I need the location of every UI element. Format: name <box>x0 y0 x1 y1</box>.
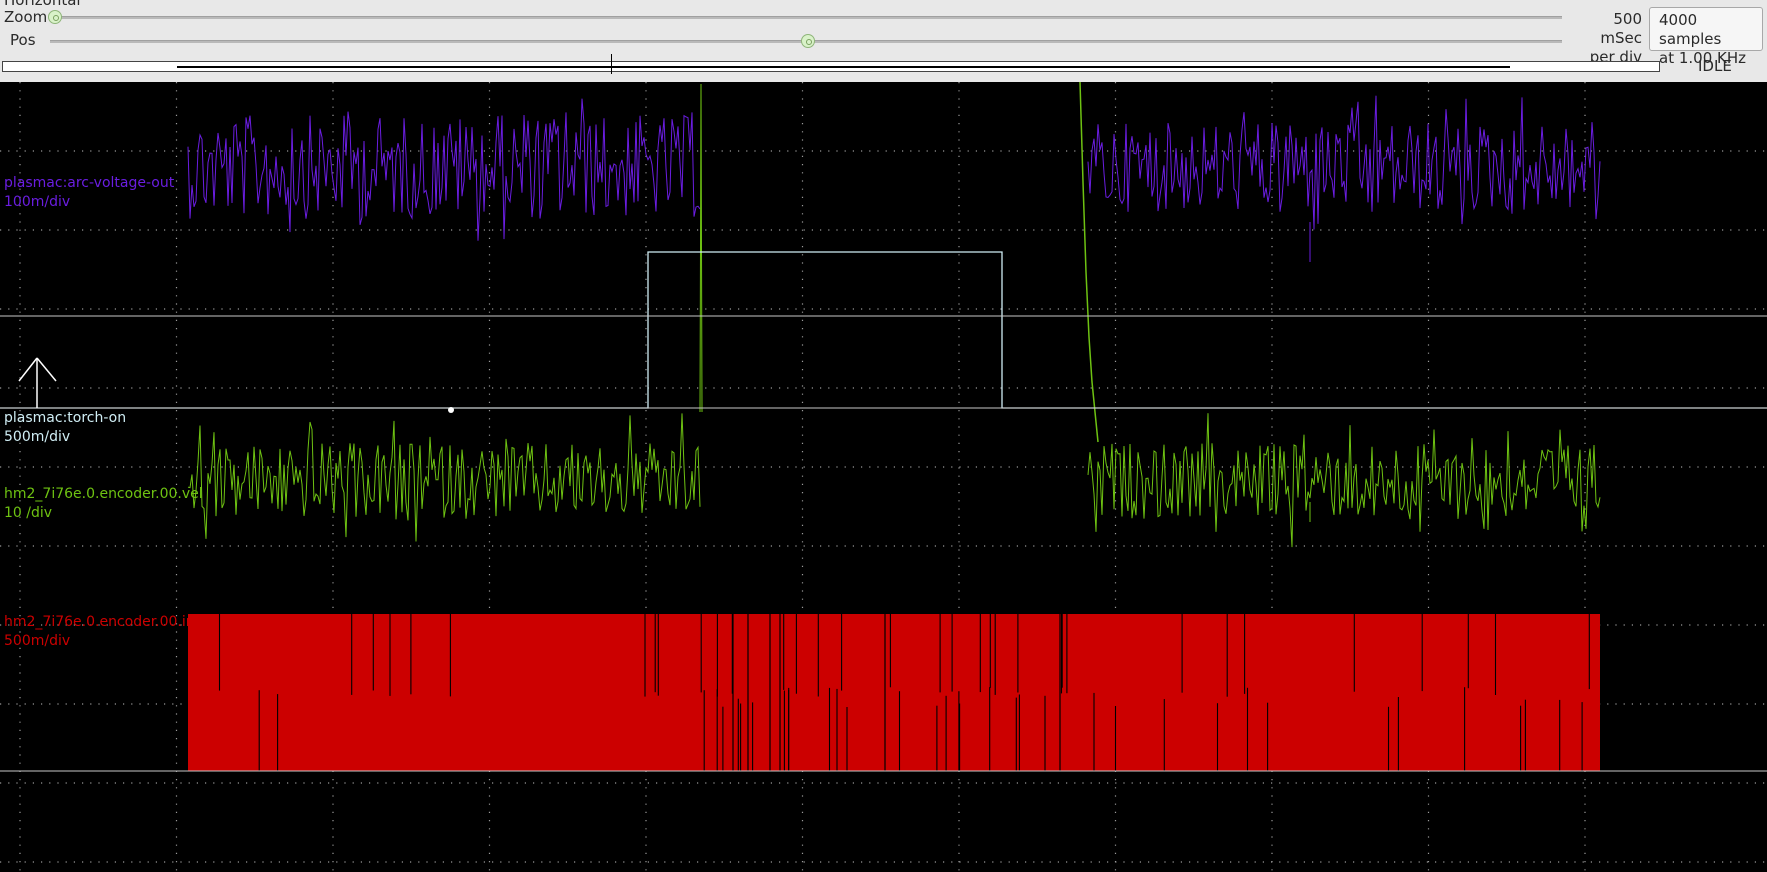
channel-label-arc-voltage[interactable]: plasmac:arc-voltage-out 100m/div <box>4 174 174 212</box>
zoom-label: Zoom <box>4 8 48 26</box>
scope-display[interactable] <box>0 82 1767 872</box>
trigger-point-marker[interactable] <box>448 407 454 413</box>
pos-slider-knob[interactable] <box>801 34 815 48</box>
channel-label-torch-on[interactable]: plasmac:torch-on 500m/div <box>4 409 126 447</box>
channel-name: plasmac:arc-voltage-out <box>4 175 175 191</box>
torch-on-trace <box>0 251 1767 409</box>
zoom-slider[interactable] <box>50 16 1562 19</box>
channel-scale: 500m/div <box>4 429 71 445</box>
encoder-vel-trace-segment <box>1087 413 1601 548</box>
channel-label-encoder-index[interactable]: hm2_7i76e.0.encoder.00.in 500m/div <box>4 613 195 651</box>
time-per-div-readout: 500 mSec per div <box>1572 10 1642 67</box>
channel-label-encoder-vel[interactable]: hm2_7i76e.0.encoder.00.vel 10 /div <box>4 485 203 523</box>
encoder-vel-transition <box>699 83 703 413</box>
time-per-div: 500 mSec <box>1600 10 1642 47</box>
trigger-level-arrow-icon[interactable] <box>18 357 57 408</box>
channel-name: hm2_7i76e.0.encoder.00.in <box>4 614 195 630</box>
trigger-marker[interactable] <box>611 54 612 74</box>
encoder-vel-trace-segment <box>187 413 701 542</box>
channel-name: plasmac:torch-on <box>4 410 127 426</box>
channel-scale: 100m/div <box>4 194 71 210</box>
arc-voltage-trace-segment <box>1087 95 1601 230</box>
record-window-line <box>177 66 1510 68</box>
record-position-bar[interactable] <box>2 54 1660 74</box>
traces <box>0 82 1767 771</box>
acquire-settings-button[interactable]: 4000 samples at 1.00 KHz <box>1649 7 1763 67</box>
pos-label: Pos <box>10 31 36 49</box>
channel-name: hm2_7i76e.0.encoder.00.vel <box>4 486 203 502</box>
samples-count: 4000 samples <box>1659 11 1722 48</box>
arc-voltage-trace-segment <box>187 98 701 241</box>
horizontal-controls-panel: Horizontal Zoom Pos 500 mSec per div 400… <box>0 0 1767 82</box>
channel-scale: 10 /div <box>4 505 53 521</box>
channel-scale: 500m/div <box>4 633 71 649</box>
zoom-slider-knob[interactable] <box>48 10 62 24</box>
run-status: IDLE <box>1698 57 1732 75</box>
